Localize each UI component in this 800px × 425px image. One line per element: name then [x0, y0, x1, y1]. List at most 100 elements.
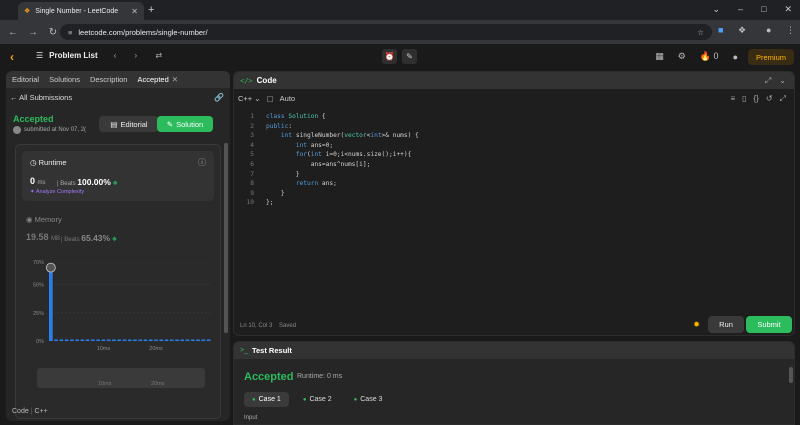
- auto-mode[interactable]: Auto: [280, 94, 295, 103]
- profile-avatar-icon[interactable]: ●: [766, 25, 771, 35]
- chart-bar: [159, 339, 164, 341]
- line-number: 6: [250, 160, 254, 168]
- book-icon: ▤: [110, 119, 118, 129]
- language-select[interactable]: C++ ⌄: [238, 94, 261, 103]
- test-status: Accepted: [244, 371, 294, 383]
- memory-title[interactable]: ◉ Memory: [26, 215, 62, 224]
- leetcode-logo-icon[interactable]: ‹: [10, 50, 22, 64]
- code-line[interactable]: 9 }: [242, 189, 419, 199]
- language-label: C++: [238, 94, 253, 103]
- run-button[interactable]: Run: [708, 316, 744, 333]
- code-token: class: [266, 113, 289, 120]
- extensions-puzzle-icon[interactable]: ❖: [738, 25, 746, 36]
- back-icon[interactable]: ←: [6, 27, 20, 38]
- code-line[interactable]: 2 public:: [242, 122, 419, 132]
- reload-icon[interactable]: ↻: [46, 27, 60, 38]
- more-options-icon[interactable]: ⌄: [779, 76, 786, 86]
- notes-icon[interactable]: ✎: [402, 49, 417, 64]
- new-tab-icon[interactable]: +: [148, 4, 154, 16]
- streak-counter[interactable]: 🔥 0: [700, 51, 719, 62]
- code-line[interactable]: 4 int ans=0;: [242, 141, 419, 151]
- code-token: public: [266, 122, 289, 130]
- all-submissions-link[interactable]: ← All Submissions: [10, 93, 72, 102]
- code-editor[interactable]: 1 class Solution {2 public: 3 int singleNum…: [242, 112, 419, 208]
- code-footer[interactable]: Code | C++: [12, 408, 48, 415]
- reset-icon[interactable]: ↺: [766, 94, 773, 104]
- x-tick-label: 20ms: [149, 346, 163, 352]
- code-line[interactable]: 3 int singleNumber(vector<int>& nums) {: [242, 131, 419, 141]
- case-tab-2[interactable]: ● Case 2: [295, 392, 340, 407]
- submission-status: Accepted: [13, 114, 54, 124]
- chart-bar: [80, 339, 85, 341]
- analyze-complexity-link[interactable]: ✦ Analyze Complexity: [30, 189, 84, 195]
- info-icon[interactable]: ⓘ: [198, 157, 206, 168]
- problem-list-nav[interactable]: ☰ Problem List ‹ › ⇄: [36, 51, 170, 60]
- code-line[interactable]: 6 ans=ans^nums[i];: [242, 160, 419, 170]
- expand-icon[interactable]: ⤢: [765, 76, 771, 86]
- prev-next-shuffle-icons[interactable]: ‹ › ⇄: [114, 51, 170, 60]
- extension-icon[interactable]: ■: [718, 25, 723, 35]
- bookmark-star-icon[interactable]: ☆: [697, 28, 704, 37]
- timer-icon[interactable]: ⏰: [382, 49, 397, 64]
- case-tab-1[interactable]: ● Case 1: [244, 392, 289, 407]
- close-window-icon[interactable]: ✕: [784, 4, 792, 15]
- left-panel-scrollbar[interactable]: [224, 143, 228, 333]
- case-tab-3[interactable]: ● Case 3: [346, 392, 391, 407]
- submit-button[interactable]: Submit: [746, 316, 792, 333]
- address-bar[interactable]: ≡ leetcode.com/problems/single-number/ ☆: [60, 24, 712, 40]
- range-label-20ms: 20ms: [151, 381, 165, 387]
- tab-solutions[interactable]: Solutions: [49, 75, 80, 84]
- chrome-menu-icon[interactable]: ⋮: [786, 25, 795, 36]
- chart-bar: [64, 339, 69, 341]
- memory-unit: MB: [51, 236, 61, 242]
- code-line[interactable]: 5 for(int i=0;i<nums.size();i++){: [242, 150, 419, 160]
- braces-icon[interactable]: {}: [754, 94, 759, 104]
- avatar[interactable]: [13, 126, 21, 134]
- hint-bulb-icon[interactable]: ✹: [693, 320, 700, 329]
- code-line[interactable]: 1 class Solution {: [242, 112, 419, 122]
- runtime-card[interactable]: ◷ Runtime ⓘ 0 ms | Beats 100.00% ❖ ✦ Ana…: [22, 151, 214, 201]
- code-token: ans;: [321, 180, 337, 188]
- chart-range-slider[interactable]: [37, 368, 205, 388]
- code-token: for: [295, 151, 307, 159]
- format-icon[interactable]: ≡: [730, 94, 735, 104]
- chart-bar: [122, 339, 127, 341]
- site-info-icon[interactable]: ≡: [68, 28, 72, 37]
- pass-dot-icon: ●: [252, 396, 256, 403]
- share-link-icon[interactable]: 🔗: [214, 93, 224, 102]
- settings-gear-icon[interactable]: ⚙: [678, 51, 686, 62]
- code-line[interactable]: 8 return ans;: [242, 179, 419, 189]
- close-tab-icon[interactable]: ✕: [131, 7, 138, 16]
- close-tab-icon[interactable]: ✕: [172, 75, 178, 84]
- chart-bar: [75, 339, 79, 341]
- chart-bar: [138, 339, 143, 341]
- code-line[interactable]: 10};: [242, 198, 419, 208]
- premium-button[interactable]: Premium: [747, 49, 794, 65]
- editorial-button[interactable]: ▤ Editorial: [99, 116, 159, 132]
- chart-bar: [180, 339, 185, 341]
- code-line[interactable]: 7 }: [242, 170, 419, 180]
- test-panel-scrollbar[interactable]: [789, 367, 793, 383]
- browser-tab[interactable]: ❖ Single Number - LeetCode ✕: [18, 2, 144, 20]
- line-number: 8: [250, 180, 254, 188]
- fullscreen-icon[interactable]: ⤢: [780, 94, 786, 104]
- forward-icon[interactable]: →: [26, 27, 40, 38]
- memory-beats-label: Beats: [64, 237, 80, 243]
- code-token: i=0;i<nums.size();i++){: [325, 151, 412, 159]
- tab-accepted[interactable]: Accepted ✕: [137, 75, 178, 84]
- tab-description[interactable]: Description: [90, 75, 128, 84]
- code-token: return: [295, 180, 322, 188]
- runtime-distribution-chart[interactable]: 70% 50% 25% 0% 10ms 20ms: [16, 257, 222, 365]
- user-avatar-icon[interactable]: ●: [733, 52, 738, 62]
- sparkle-icon: ✦: [30, 189, 35, 195]
- bookmark-icon[interactable]: ▯: [742, 94, 746, 104]
- tab-editorial[interactable]: Editorial: [12, 75, 39, 84]
- minimize-icon[interactable]: –: [738, 4, 743, 15]
- maximize-icon[interactable]: □: [761, 4, 766, 15]
- window-dropdown-icon[interactable]: ⌄: [712, 4, 720, 15]
- grid-icon[interactable]: ▦: [655, 51, 664, 62]
- range-label-10ms: 10ms: [98, 381, 112, 387]
- line-number: 7: [250, 170, 254, 178]
- solution-button[interactable]: ✎ Solution: [157, 116, 213, 132]
- lock-icon: ▢: [266, 94, 274, 103]
